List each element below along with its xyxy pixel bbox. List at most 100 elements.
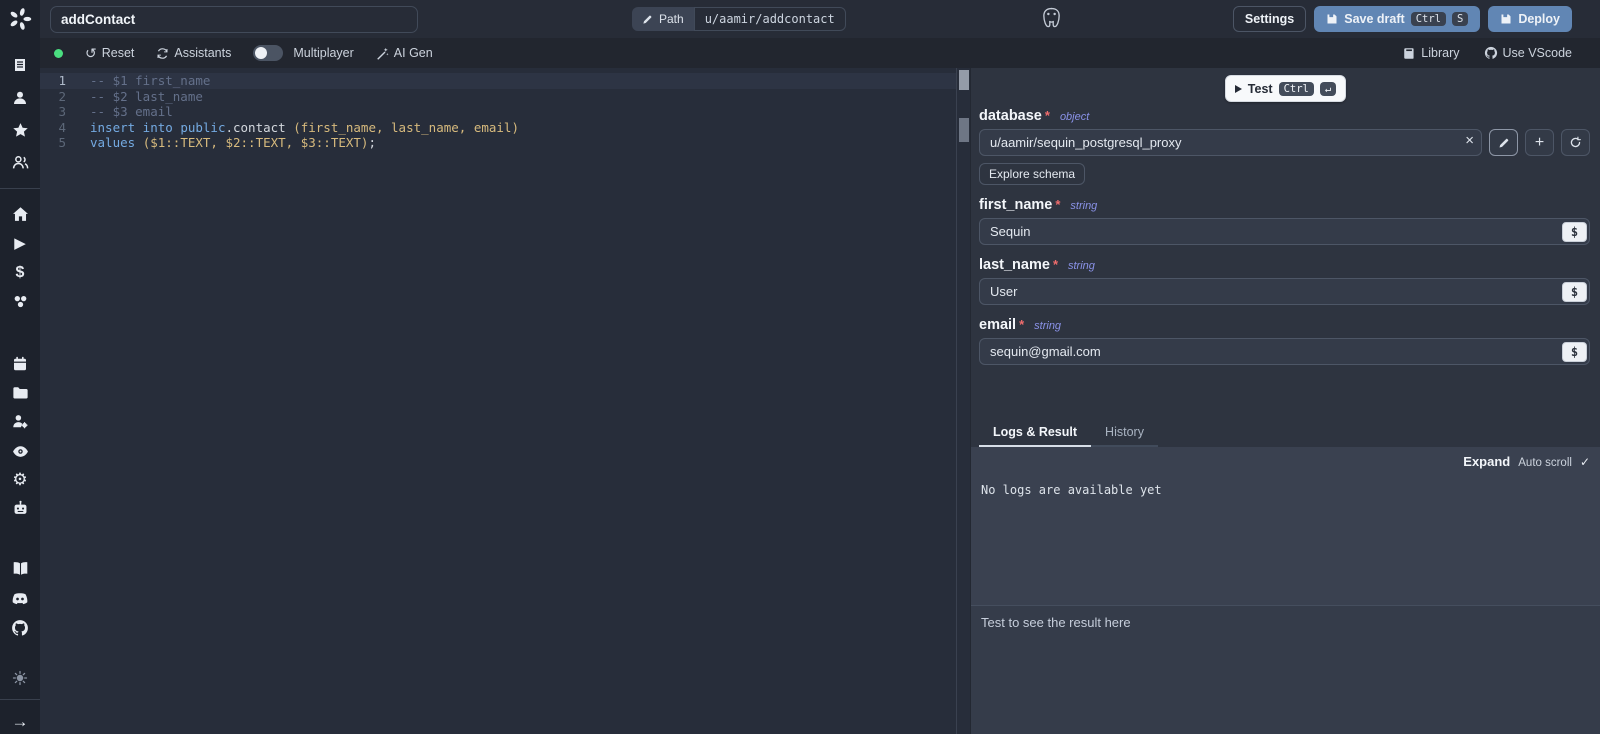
arrow-right-glyph: → [12,712,29,732]
database-input[interactable] [979,129,1482,156]
settings-button[interactable]: Settings [1233,6,1306,32]
required-asterisk: * [1053,257,1058,272]
plus-icon: + [1535,134,1544,152]
docs-book-icon[interactable] [8,557,32,581]
code-area[interactable]: 1 -- $1 first_name 2 -- $2 last_name 3 -… [40,68,956,734]
database-input-row: × + [979,129,1590,156]
variable-picker-button[interactable]: $ [1562,342,1587,362]
code-token: -- $3 email [90,104,173,119]
field-type: string [1034,320,1061,332]
toggle-knob [255,47,267,59]
last-name-input[interactable] [979,278,1590,305]
runs-play-icon[interactable]: ▶ [8,231,32,255]
pencil-icon [642,14,653,25]
email-input[interactable] [979,338,1590,365]
variable-picker-button[interactable]: $ [1562,222,1587,242]
groups-icon[interactable] [8,150,32,174]
kbd-enter: ↵ [1320,82,1336,96]
folders-icon[interactable] [8,381,32,405]
first-name-input-row: $ [979,218,1590,245]
use-vscode-button[interactable]: Use VScode [1484,46,1572,60]
reset-button[interactable]: ↺ Reset [85,45,134,62]
ai-gen-label: AI Gen [394,46,433,60]
path-value[interactable]: u/aamir/addcontact [694,7,846,31]
collapse-arrow-icon[interactable]: → [8,710,32,734]
logs-panel: Expand Auto scroll ✓ No logs are availab… [971,447,1600,605]
audit-eye-icon[interactable] [8,439,32,463]
save-draft-label: Save draft [1344,12,1404,26]
save-icon [1326,13,1338,25]
save-draft-button[interactable]: Save draft Ctrl S [1314,6,1480,32]
github-icon[interactable] [8,617,32,641]
settings-label: Settings [1245,12,1294,26]
schedules-calendar-icon[interactable] [8,352,32,376]
windmill-logo[interactable] [0,0,40,38]
deploy-button[interactable]: Deploy [1488,6,1572,32]
workspace-icon[interactable] [8,53,32,77]
check-icon[interactable]: ✓ [1580,455,1590,469]
required-asterisk: * [1055,197,1060,212]
editor-scrollbar[interactable] [956,68,970,734]
topbar: Path u/aamir/addcontact Settings [40,0,1600,38]
code-token: ; [368,135,376,150]
reset-label: Reset [102,46,135,60]
multiplayer-toggle[interactable] [253,45,283,61]
discord-icon[interactable] [8,587,32,611]
tab-history[interactable]: History [1091,421,1158,447]
args-form: database* object × + [971,102,1600,365]
result-panel: Test to see the result here [971,605,1600,734]
edit-resource-button[interactable] [1489,129,1518,156]
variables-dollar-icon[interactable]: $ [8,261,32,285]
user-icon[interactable] [8,86,32,110]
favorites-star-icon[interactable] [8,118,32,142]
code-token: (first_name, last_name, email) [293,120,519,135]
field-label: last_name [979,257,1050,273]
code-line[interactable]: 3 -- $3 email [40,104,956,120]
status-dot [54,49,63,58]
dollar-glyph: $ [16,264,25,282]
line-number: 2 [40,89,66,105]
script-name-input[interactable] [50,6,418,33]
expand-button[interactable]: Expand [1463,454,1510,469]
edit-path-button[interactable]: Path [632,7,694,31]
email-input-row: $ [979,338,1590,365]
workers-icon[interactable] [8,409,32,433]
gear-glyph: ⚙ [12,470,27,490]
toolbar-right: Library Use VScode [1403,46,1572,60]
scrollbar-thumb[interactable] [959,70,969,90]
code-token: public [180,120,225,135]
sidebar-divider [0,699,40,700]
scrollbar-thumb[interactable] [959,118,969,142]
left-sidebar: ▶ $ ⚙ → [0,0,40,734]
ai-robot-icon[interactable] [8,497,32,521]
variable-picker-button[interactable]: $ [1562,282,1587,302]
editor-toolbar: ↺ Reset Assistants Multiplayer AI Gen Li… [40,38,1600,68]
assistants-button[interactable]: Assistants [156,46,231,60]
explore-schema-button[interactable]: Explore schema [979,163,1085,185]
add-resource-button[interactable]: + [1525,129,1554,156]
code-line[interactable]: 1 -- $1 first_name [40,73,956,89]
kbd-ctrl: Ctrl [1279,82,1314,96]
code-line[interactable]: 4 insert into public.contact (first_name… [40,120,956,136]
resources-icon[interactable] [8,290,32,314]
library-button[interactable]: Library [1403,46,1459,60]
tab-logs-result[interactable]: Logs & Result [979,421,1091,447]
ai-gen-button[interactable]: AI Gen [376,46,433,60]
clear-icon[interactable]: × [1465,132,1474,149]
home-icon[interactable] [8,202,32,226]
theme-sun-icon[interactable] [8,666,32,690]
autoscroll-toggle[interactable]: Auto scroll [1518,457,1572,469]
assistants-label: Assistants [174,46,231,60]
pencil-icon [1498,137,1510,149]
refresh-arrows-icon [156,47,169,60]
first-name-input[interactable] [979,218,1590,245]
line-number: 3 [40,104,66,120]
save-icon [1500,13,1512,25]
code-editor[interactable]: 1 -- $1 first_name 2 -- $2 last_name 3 -… [40,68,970,734]
code-line[interactable]: 2 -- $2 last_name [40,89,956,105]
result-tabs: Logs & Result History [971,421,1600,447]
settings-gear-icon[interactable]: ⚙ [8,468,32,492]
refresh-button[interactable] [1561,129,1590,156]
test-button[interactable]: Test Ctrl ↵ [1225,75,1346,102]
code-line[interactable]: 5 values ($1::TEXT, $2::TEXT, $3::TEXT); [40,135,956,151]
